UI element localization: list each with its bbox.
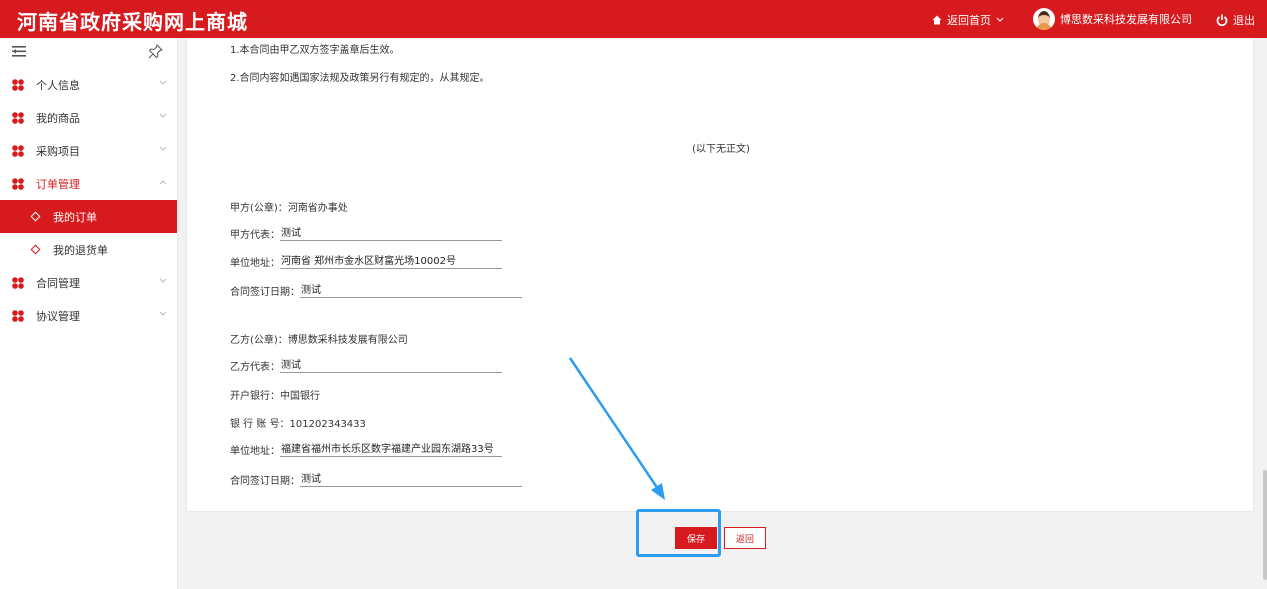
end-of-text-note: (以下无正文) <box>692 144 750 155</box>
party-b-account-value: 101202343433 <box>289 419 366 430</box>
party-b-rep-row: 乙方代表： <box>230 357 502 373</box>
sidebar-item-label: 采购项目 <box>36 144 80 158</box>
sidebar-item-label: 个人信息 <box>36 78 80 92</box>
main-content: 1.本合同由甲乙双方签字盖章后生效。 2.合同内容如遇国家法规及政策另行有规定的… <box>178 38 1267 589</box>
clover-icon <box>12 309 24 322</box>
clover-icon <box>12 78 24 91</box>
page-scrollbar[interactable] <box>1263 470 1267 580</box>
party-a-seal-value: 河南省办事处 <box>287 203 348 214</box>
party-b-addr-row: 单位地址： <box>230 441 502 457</box>
sidebar-subitem-label: 我的订单 <box>53 210 97 224</box>
home-link-label: 返回首页 <box>947 14 991 27</box>
party-a-date-row: 合同签订日期： <box>230 282 522 298</box>
chevron-down-icon <box>159 311 167 317</box>
footer-strip <box>178 577 1267 589</box>
sidebar-item-label: 我的商品 <box>36 111 80 125</box>
party-a-rep-label: 甲方代表： <box>230 230 280 241</box>
chevron-down-icon <box>159 113 167 119</box>
annotation-highlight-box <box>636 509 721 557</box>
party-b-date-label: 合同签订日期： <box>230 476 300 487</box>
sidebar-item-contracts[interactable]: 合同管理 <box>0 266 177 299</box>
sidebar-toolbar <box>0 38 177 68</box>
party-b-bank-value: 中国银行 <box>280 391 320 402</box>
logout-label: 退出 <box>1233 14 1255 27</box>
party-a-addr-label: 单位地址： <box>230 258 280 269</box>
chevron-down-icon <box>159 278 167 284</box>
sidebar: 个人信息 我的商品 采购项目 订单管理 我的订单 我的退货单 合同管理 协议管理 <box>0 38 178 589</box>
clover-icon <box>12 144 24 157</box>
clover-icon <box>12 111 24 124</box>
power-icon <box>1216 14 1228 26</box>
sidebar-item-label: 订单管理 <box>36 177 80 191</box>
home-icon <box>932 15 942 25</box>
sidebar-subitem-label: 我的退货单 <box>53 243 108 257</box>
sidebar-item-my-products[interactable]: 我的商品 <box>0 101 177 134</box>
site-title: 河南省政府采购网上商城 <box>17 10 248 34</box>
home-link[interactable]: 返回首页 <box>932 12 1004 28</box>
sidebar-item-label: 合同管理 <box>36 276 80 290</box>
top-header: 河南省政府采购网上商城 返回首页 博思数采科技发展有限公司 退出 <box>0 0 1267 38</box>
party-b-seal-value: 博思数采科技发展有限公司 <box>287 335 408 346</box>
sidebar-subitem-my-returns[interactable]: 我的退货单 <box>0 233 177 266</box>
back-button[interactable]: 返回 <box>724 527 766 549</box>
party-b-bank-label: 开户银行： <box>230 391 280 402</box>
chevron-up-icon <box>159 179 167 185</box>
party-a-date-input[interactable] <box>300 282 522 298</box>
party-b-addr-label: 单位地址： <box>230 446 280 457</box>
party-b-rep-label: 乙方代表： <box>230 362 280 373</box>
sidebar-item-agreements[interactable]: 协议管理 <box>0 299 177 332</box>
pin-icon[interactable] <box>148 44 163 62</box>
logout-button[interactable]: 退出 <box>1216 12 1255 28</box>
party-a-addr-row: 单位地址： <box>230 253 502 269</box>
party-b-rep-input[interactable] <box>280 357 502 373</box>
party-a-addr-input[interactable] <box>280 253 502 269</box>
contract-clause-2: 2.合同内容如遇国家法规及政策另行有规定的，从其规定。 <box>230 73 490 84</box>
menu-collapse-icon[interactable] <box>12 46 26 60</box>
party-a-rep-input[interactable] <box>280 225 502 241</box>
chevron-down-icon <box>159 80 167 86</box>
party-a-seal-label: 甲方(公章)： <box>230 203 288 214</box>
chevron-down-icon <box>159 146 167 152</box>
diamond-icon <box>30 244 41 255</box>
party-a-date-label: 合同签订日期： <box>230 287 300 298</box>
party-b-account-row: 银 行 账 号： 101202343433 <box>230 415 366 430</box>
contract-card: 1.本合同由甲乙双方签字盖章后生效。 2.合同内容如遇国家法规及政策另行有规定的… <box>186 38 1254 512</box>
chevron-down-icon <box>996 17 1004 23</box>
sidebar-item-procurement[interactable]: 采购项目 <box>0 134 177 167</box>
party-a-rep-row: 甲方代表： <box>230 225 502 241</box>
party-a-seal: 甲方(公章)： 河南省办事处 <box>230 199 348 214</box>
party-b-addr-input[interactable] <box>280 441 502 457</box>
user-menu[interactable]: 博思数采科技发展有限公司 <box>1033 8 1192 30</box>
party-b-seal: 乙方(公章)： 博思数采科技发展有限公司 <box>230 331 408 346</box>
avatar <box>1033 8 1055 30</box>
sidebar-item-label: 协议管理 <box>36 309 80 323</box>
sidebar-subitem-my-orders[interactable]: 我的订单 <box>0 200 177 233</box>
clover-icon <box>12 177 24 190</box>
sidebar-item-personal-info[interactable]: 个人信息 <box>0 68 177 101</box>
sidebar-item-orders[interactable]: 订单管理 <box>0 167 177 200</box>
party-b-date-row: 合同签订日期： <box>230 471 522 487</box>
company-name: 博思数采科技发展有限公司 <box>1060 13 1192 26</box>
party-b-date-input[interactable] <box>300 471 522 487</box>
diamond-icon <box>30 211 41 222</box>
party-b-account-label: 银 行 账 号： <box>230 419 290 430</box>
party-b-seal-label: 乙方(公章)： <box>230 335 288 346</box>
party-b-bank-row: 开户银行： 中国银行 <box>230 387 320 402</box>
contract-clause-1: 1.本合同由甲乙双方签字盖章后生效。 <box>230 45 400 56</box>
clover-icon <box>12 276 24 289</box>
